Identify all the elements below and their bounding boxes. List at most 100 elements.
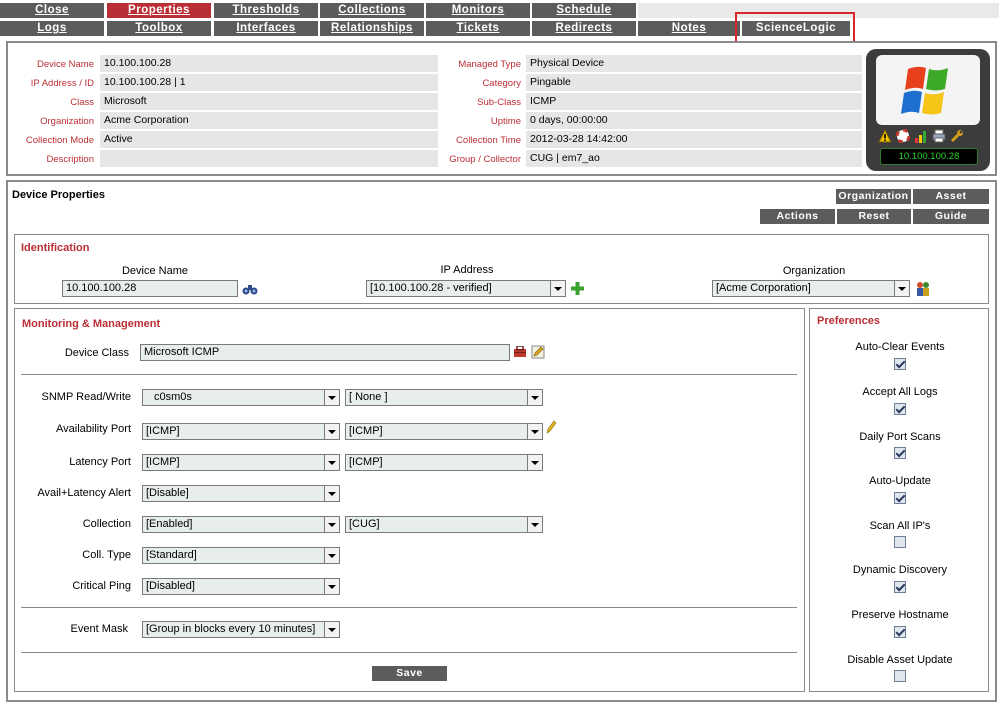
collection-time-value: 2012-03-28 14:42:00 <box>526 131 862 148</box>
event-mask-label: Event Mask <box>70 623 128 635</box>
avail-latency-alert-select[interactable]: [Disable] <box>142 485 340 502</box>
availability-port-label: Availability Port <box>56 423 131 435</box>
tab-collections[interactable]: Collections <box>320 3 424 18</box>
binoculars-icon[interactable] <box>242 282 258 296</box>
pref-dynamic-discovery-checkbox[interactable] <box>894 581 906 593</box>
latency-port-secondary-select[interactable]: [ICMP] <box>345 454 543 471</box>
pref-daily-port-scans-label: Daily Port Scans <box>859 431 941 443</box>
toolbox-icon[interactable] <box>513 346 527 358</box>
organization-field-label: Organization <box>782 265 846 277</box>
snmp-label: SNMP Read/Write <box>41 391 131 403</box>
preferences-title: Preferences <box>817 315 880 327</box>
printer-icon[interactable] <box>932 129 946 143</box>
add-icon[interactable] <box>571 282 584 295</box>
critical-ping-select[interactable]: [Disabled] <box>142 578 340 595</box>
collection-state-select[interactable]: [Enabled] <box>142 516 340 533</box>
coll-type-label: Coll. Type <box>82 549 131 561</box>
organization-label: Organization <box>40 116 94 127</box>
pref-scan-all-ips-checkbox[interactable] <box>894 536 906 548</box>
pref-accept-all-logs-label: Accept All Logs <box>862 386 938 398</box>
snmp-write-select[interactable]: [ None ] <box>345 389 543 406</box>
ip-address-field-label: IP Address <box>440 264 494 276</box>
organization-select[interactable]: [Acme Corporation] <box>712 280 910 297</box>
divider <box>21 607 797 608</box>
chevron-down-icon <box>324 579 339 594</box>
description-label: Description <box>46 154 94 165</box>
availability-port-select[interactable]: [ICMP] <box>142 423 340 440</box>
device-name-field-label: Device Name <box>121 265 189 277</box>
chevron-down-icon <box>324 390 339 405</box>
divider <box>21 652 797 653</box>
avail-latency-alert-value: [Disable] <box>146 487 189 499</box>
wrench-icon[interactable] <box>950 129 964 143</box>
reset-button[interactable]: Reset <box>837 209 911 224</box>
pref-auto-update-label: Auto-Update <box>869 475 931 487</box>
pref-disable-asset-update-label: Disable Asset Update <box>847 654 953 666</box>
collection-group-select[interactable]: [CUG] <box>345 516 543 533</box>
collection-mode-value: Active <box>100 131 438 148</box>
tab-close[interactable]: Close <box>0 3 104 18</box>
pref-accept-all-logs-checkbox[interactable] <box>894 403 906 415</box>
pref-auto-clear-events-checkbox[interactable] <box>894 358 906 370</box>
pencil-icon[interactable] <box>545 420 557 434</box>
guide-button[interactable]: Guide <box>913 209 989 224</box>
chevron-down-icon <box>894 281 909 296</box>
preferences-section: Preferences Auto-Clear Events Accept All… <box>809 308 989 692</box>
organization-people-icon[interactable] <box>915 281 931 296</box>
coll-type-select[interactable]: [Standard] <box>142 547 340 564</box>
tab-properties[interactable]: Properties <box>107 3 211 18</box>
collection-state-value: [Enabled] <box>146 518 193 530</box>
latency-port-value: [ICMP] <box>146 456 180 468</box>
chevron-down-icon <box>527 424 542 439</box>
tab-relationships[interactable]: Relationships <box>320 21 424 36</box>
pref-daily-port-scans-checkbox[interactable] <box>894 447 906 459</box>
device-properties-title: Device Properties <box>12 189 105 201</box>
tab-monitors[interactable]: Monitors <box>426 3 530 18</box>
device-class-input[interactable]: Microsoft ICMP <box>140 344 510 361</box>
lifebuoy-icon[interactable] <box>896 129 910 143</box>
device-name-value: 10.100.100.28 <box>100 55 438 72</box>
asset-button[interactable]: Asset <box>913 189 989 204</box>
avail-latency-alert-label: Avail+Latency Alert <box>37 487 131 499</box>
pref-preserve-hostname-checkbox[interactable] <box>894 626 906 638</box>
critical-ping-label: Critical Ping <box>72 580 131 592</box>
ip-address-value: 10.100.100.28 | 1 <box>100 74 438 91</box>
device-icon-bg <box>876 55 980 125</box>
ip-address-select[interactable]: [10.100.100.28 - verified] <box>366 280 566 297</box>
tab-interfaces[interactable]: Interfaces <box>214 21 318 36</box>
windows-logo-icon <box>901 66 948 115</box>
organization-button[interactable]: Organization <box>836 189 911 204</box>
pref-disable-asset-update-checkbox[interactable] <box>894 670 906 682</box>
pref-auto-update-checkbox[interactable] <box>894 492 906 504</box>
chevron-down-icon <box>324 455 339 470</box>
device-name-input[interactable]: 10.100.100.28 <box>62 280 238 297</box>
bar-chart-icon[interactable] <box>914 129 928 143</box>
edit-icon[interactable] <box>531 345 545 359</box>
divider <box>21 374 797 375</box>
organization-value: Acme Corporation <box>100 112 438 129</box>
pref-dynamic-discovery-label: Dynamic Discovery <box>852 564 948 576</box>
chevron-down-icon <box>324 517 339 532</box>
availability-port-secondary-select[interactable]: [ICMP] <box>345 423 543 440</box>
chevron-down-icon <box>527 390 542 405</box>
tab-redirects[interactable]: Redirects <box>532 21 636 36</box>
tab-tickets[interactable]: Tickets <box>426 21 530 36</box>
collection-group-value: [CUG] <box>349 518 380 530</box>
device-icon-box: 10.100.100.28 <box>866 49 990 171</box>
snmp-read-value: c0sm0s <box>154 391 192 403</box>
snmp-read-select[interactable]: c0sm0s <box>142 389 340 406</box>
tab-toolbox[interactable]: Toolbox <box>107 21 211 36</box>
tab-logs[interactable]: Logs <box>0 21 104 36</box>
save-button[interactable]: Save <box>372 666 447 681</box>
actions-button[interactable]: Actions <box>760 209 835 224</box>
latency-port-select[interactable]: [ICMP] <box>142 454 340 471</box>
group-collector-label: Group / Collector <box>449 154 521 165</box>
warning-icon[interactable] <box>878 129 892 143</box>
device-ip-badge: 10.100.100.28 <box>880 148 978 165</box>
event-mask-select[interactable]: [Group in blocks every 10 minutes] <box>142 621 340 638</box>
latency-port-label: Latency Port <box>69 456 131 468</box>
chevron-down-icon <box>324 486 339 501</box>
tab-notes[interactable]: Notes <box>638 21 740 36</box>
tab-thresholds[interactable]: Thresholds <box>214 3 318 18</box>
tab-schedule[interactable]: Schedule <box>532 3 636 18</box>
